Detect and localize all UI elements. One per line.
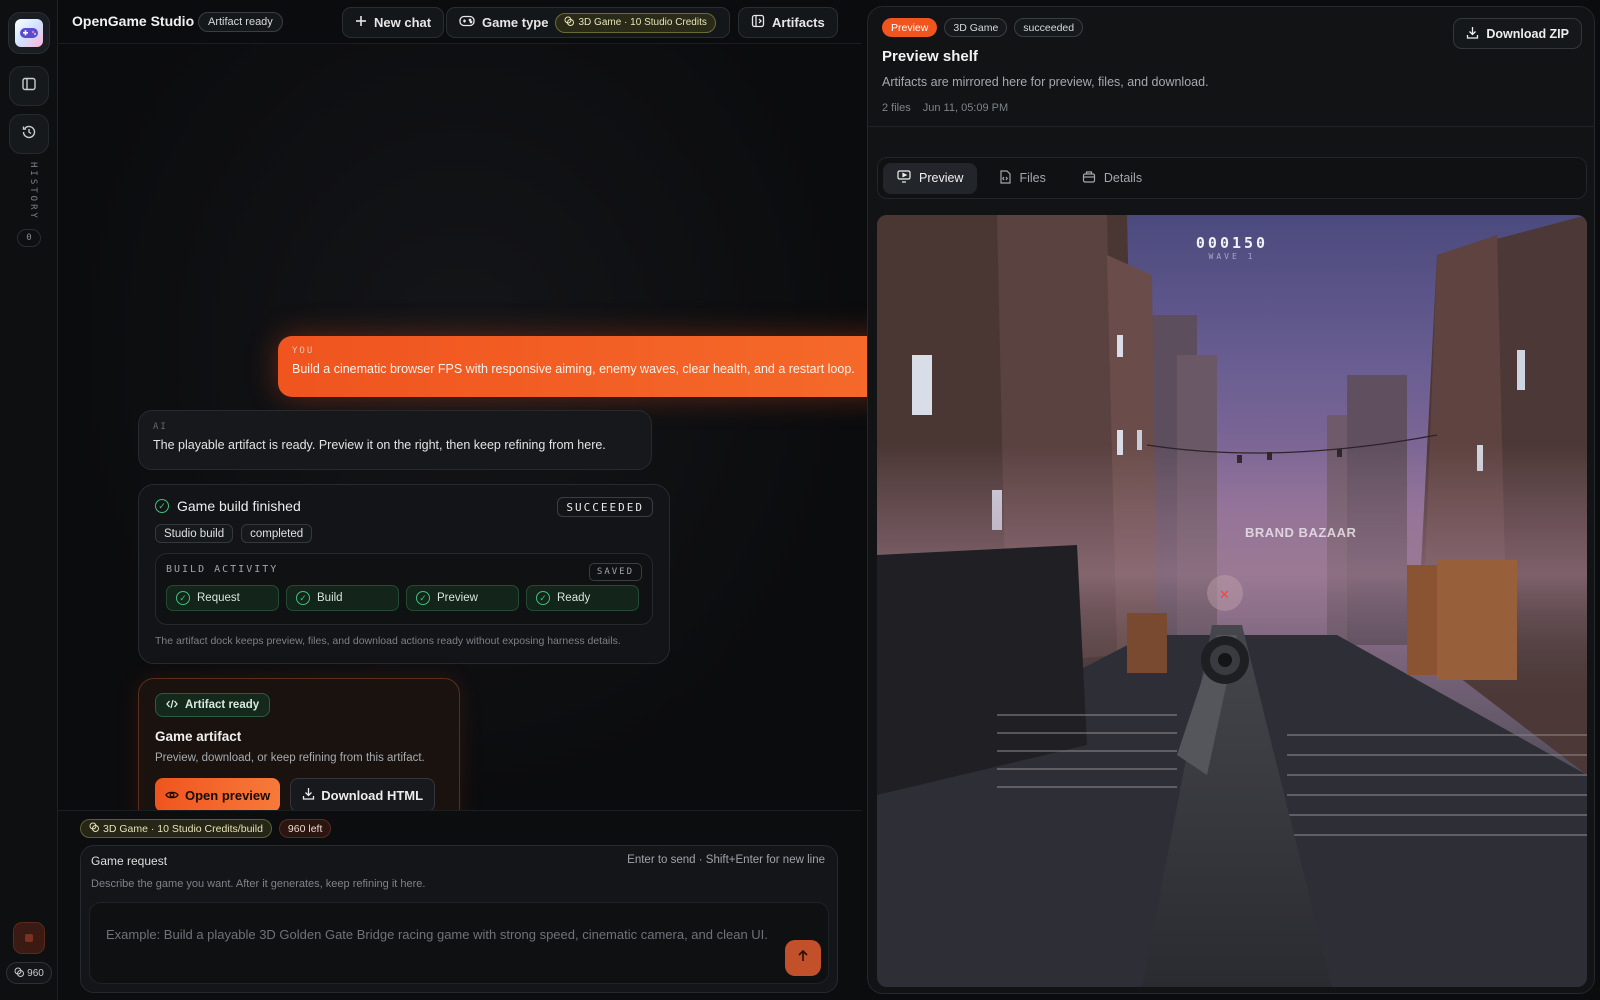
build-step-build: ✓ Build [286, 585, 399, 611]
build-cost-chip: 3D Game · 10 Studio Credits/build [80, 819, 272, 838]
panel-subtitle: Artifacts are mirrored here for preview,… [882, 75, 1209, 89]
toggle-sidebar-button[interactable] [9, 66, 49, 106]
artifacts-label: Artifacts [772, 15, 825, 30]
avatar[interactable] [13, 922, 45, 954]
gamepad-icon [15, 19, 43, 47]
arrow-up-icon [796, 949, 810, 968]
composer-area: 3D Game · 10 Studio Credits/build 960 le… [58, 810, 862, 1000]
message-text: The playable artifact is ready. Preview … [153, 438, 606, 452]
history-count-badge: 0 [17, 229, 41, 247]
app-logo[interactable] [8, 12, 50, 54]
build-footnote: The artifact dock keeps preview, files, … [155, 635, 621, 647]
artifact-title: Game artifact [155, 729, 242, 744]
status-badge: succeeded [1014, 18, 1084, 37]
open-preview-button[interactable]: Open preview [155, 778, 281, 812]
build-step-request: ✓ Request [166, 585, 279, 611]
credits-value: 960 [27, 967, 44, 979]
composer: Game request Enter to send · Shift+Enter… [80, 845, 838, 993]
saved-badge: SAVED [588, 563, 642, 581]
plus-icon [355, 15, 367, 30]
gamepad-icon [459, 15, 475, 30]
preview-tabs: Preview Files Details [877, 157, 1587, 199]
artifacts-button[interactable]: Artifacts [738, 7, 838, 38]
divider [868, 126, 1594, 127]
build-status-badge: SUCCEEDED [557, 497, 653, 517]
build-tags: Studio build completed [155, 524, 653, 543]
download-html-button[interactable]: Download HTML [290, 778, 436, 812]
bazaar-sign: BRAND BAZAAR [1245, 525, 1357, 540]
game-scene: ✕ [877, 215, 1587, 987]
build-activity-label: BUILD ACTIVITY [166, 564, 279, 575]
tab-preview[interactable]: Preview [883, 162, 978, 194]
composer-subtitle: Describe the game you want. After it gen… [91, 878, 426, 890]
composer-hint: Enter to send · Shift+Enter for new line [627, 854, 825, 866]
build-tag: completed [241, 524, 313, 543]
artifact-ready-badge: Artifact ready [155, 693, 271, 717]
download-icon [302, 787, 315, 803]
new-chat-label: New chat [374, 15, 432, 30]
check-circle-icon: ✓ [296, 591, 310, 605]
file-count: 2 files [882, 102, 911, 114]
package-icon [1082, 170, 1096, 186]
status-badge: Artifact ready [198, 12, 283, 32]
user-message: YOU Build a cinematic browser FPS with r… [278, 336, 898, 397]
hud-score: 000150 [1195, 234, 1269, 252]
history-icon [21, 124, 37, 145]
game-request-input[interactable] [89, 902, 829, 984]
hud-wave: WAVE 1 [1208, 252, 1256, 261]
preview-panel: Preview 3D Game succeeded Download ZIP P… [867, 6, 1595, 994]
chat-thread[interactable]: YOU Build a cinematic browser FPS with r… [58, 44, 898, 840]
composer-title: Game request [91, 854, 168, 868]
send-button[interactable] [785, 940, 821, 976]
new-chat-button[interactable]: New chat [342, 7, 445, 38]
message-text: Build a cinematic browser FPS with respo… [292, 362, 855, 376]
code-icon [166, 699, 178, 712]
eye-icon [165, 788, 179, 803]
history-button[interactable] [9, 114, 49, 154]
download-zip-button[interactable]: Download ZIP [1453, 18, 1582, 49]
credits-badge: 960 [6, 962, 52, 984]
credits-remaining-chip: 960 left [278, 819, 332, 838]
check-circle-icon: ✓ [416, 591, 430, 605]
coins-icon [564, 16, 575, 29]
monitor-icon [897, 170, 911, 186]
check-circle-icon: ✓ [155, 499, 169, 513]
message-role: YOU [292, 346, 315, 356]
build-status-card: ✓ Game build finished SUCCEEDED Studio b… [138, 484, 670, 664]
game-type-badge: 3D Game [944, 18, 1008, 37]
message-role: AI [153, 422, 168, 432]
artifact-subtitle: Preview, download, or keep refining from… [155, 752, 425, 764]
history-label: HISTORY [28, 162, 38, 221]
download-icon [1466, 26, 1479, 42]
file-code-icon [999, 169, 1012, 187]
panel-right-icon [751, 14, 765, 31]
preview-badge: Preview [882, 18, 938, 37]
top-bar: OpenGame Studio Artifact ready New chat … [58, 0, 862, 44]
timestamp: Jun 11, 05:09 PM [922, 102, 1009, 114]
check-circle-icon: ✓ [176, 591, 190, 605]
svg-text:✕: ✕ [1219, 588, 1230, 603]
coins-icon [14, 967, 25, 980]
app-title: OpenGame Studio [72, 13, 195, 29]
coins-icon [89, 822, 99, 835]
ai-message: AI The playable artifact is ready. Previ… [138, 410, 652, 470]
sidebar-panel-icon [21, 76, 37, 97]
game-type-selector[interactable]: Game type 3D Game · 10 Studio Credits [446, 7, 730, 38]
build-step-preview: ✓ Preview [406, 585, 519, 611]
game-type-credit-chip: 3D Game · 10 Studio Credits [555, 12, 716, 33]
tab-files[interactable]: Files [985, 163, 1059, 194]
build-step-ready: ✓ Ready [526, 585, 639, 611]
tab-details[interactable]: Details [1068, 163, 1156, 194]
game-preview-canvas[interactable]: ✕ 000150 WAVE 1 BRAND BAZAAR [877, 215, 1587, 987]
left-rail: HISTORY 0 960 [0, 0, 58, 1000]
panel-title: Preview shelf [882, 48, 978, 65]
build-tag: Studio build [155, 524, 234, 543]
panel-meta: 2 files Jun 11, 05:09 PM [882, 102, 1008, 114]
build-activity: BUILD ACTIVITY SAVED ✓ Request ✓ Build ✓ Pr… [155, 553, 653, 625]
check-circle-icon: ✓ [536, 591, 550, 605]
preview-badges: Preview 3D Game succeeded [882, 18, 1084, 37]
build-steps: ✓ Request ✓ Build ✓ Preview ✓ Ready [166, 585, 642, 611]
game-type-label: Game type [482, 15, 549, 30]
